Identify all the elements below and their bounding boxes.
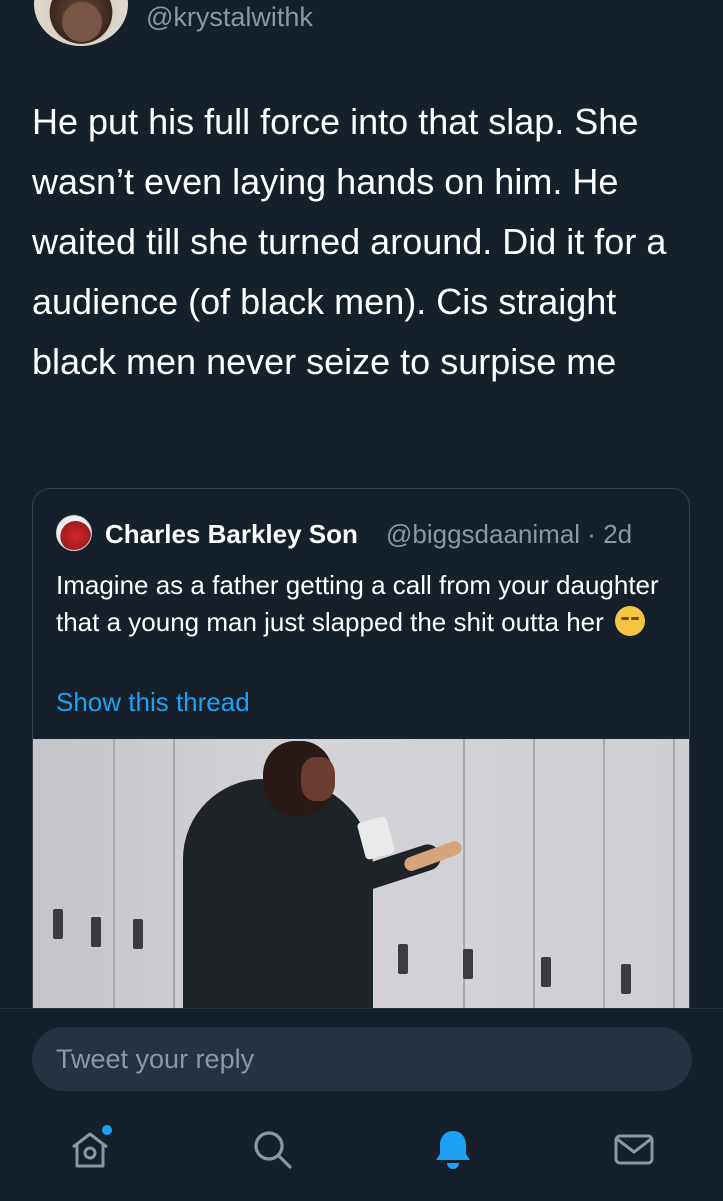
- quoted-tweet-meta: @biggsdaanimal · 2d: [386, 519, 632, 550]
- notifications-icon[interactable]: [431, 1127, 475, 1171]
- locker-handle: [91, 917, 101, 947]
- locker-divider: [603, 739, 605, 1027]
- show-thread-link[interactable]: Show this thread: [56, 687, 250, 718]
- locker-handle: [398, 944, 408, 974]
- quoted-author-handle: @biggsdaanimal: [386, 519, 581, 549]
- quoted-author-name: Charles Barkley Son: [105, 519, 358, 549]
- quoted-tweet-card[interactable]: Charles Barkley Son @biggsdaanimal · 2d …: [32, 488, 690, 1028]
- author-handle[interactable]: @krystalwithk: [146, 2, 313, 33]
- search-icon[interactable]: [250, 1127, 294, 1171]
- locker-divider: [113, 739, 115, 1027]
- locker-handle: [621, 964, 631, 994]
- tweet-text: He put his full force into that slap. Sh…: [32, 101, 667, 382]
- locker-handle: [53, 909, 63, 939]
- locker-divider: [173, 739, 175, 1027]
- locker-divider: [533, 739, 535, 1027]
- locker-handle: [463, 949, 473, 979]
- locker-divider: [463, 739, 465, 1027]
- pensive-face-icon: [615, 606, 646, 636]
- meta-separator: ·: [587, 519, 596, 549]
- quoted-tweet-media[interactable]: [33, 739, 689, 1027]
- person-face: [301, 757, 335, 801]
- locker-handle: [133, 919, 143, 949]
- messages-icon[interactable]: [612, 1127, 656, 1171]
- quoted-tweet-text-wrap: Imagine as a father getting a call from …: [56, 567, 666, 641]
- person-figure: [183, 779, 373, 1027]
- locker-divider: [673, 739, 675, 1027]
- quoted-author-avatar[interactable]: [56, 515, 92, 551]
- quoted-tweet-text: Imagine as a father getting a call from …: [56, 570, 659, 637]
- locker-handle: [541, 957, 551, 987]
- bottom-bar: Tweet your reply: [0, 1008, 723, 1201]
- quoted-tweet-time: 2d: [603, 519, 633, 549]
- author-avatar[interactable]: [34, 0, 128, 46]
- tweet-header: @krystalwithk: [0, 0, 723, 60]
- reply-input[interactable]: Tweet your reply: [32, 1027, 692, 1091]
- unread-dot: [102, 1125, 112, 1135]
